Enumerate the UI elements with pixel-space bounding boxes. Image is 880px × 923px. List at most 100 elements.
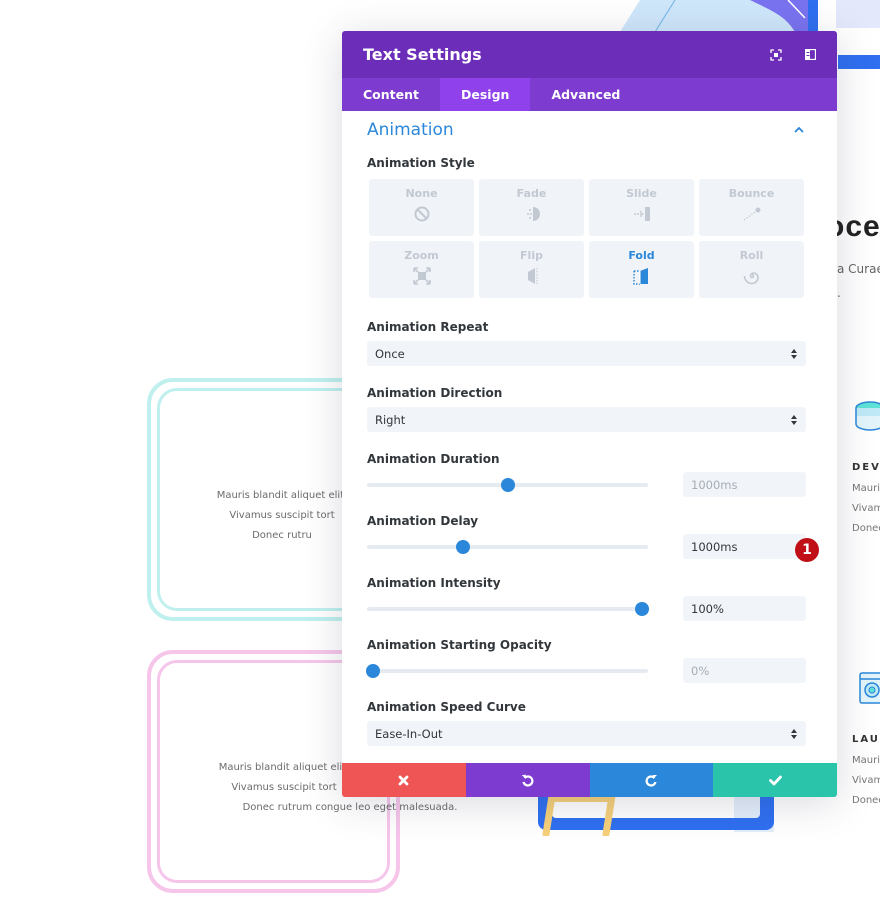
style-option-roll[interactable]: Roll	[699, 241, 804, 298]
option-label: Fold	[628, 249, 655, 262]
modal-title: Text Settings	[363, 45, 482, 64]
illustration-bar	[808, 0, 818, 32]
style-option-fade[interactable]: Fade	[479, 179, 584, 236]
fold-icon	[632, 266, 652, 286]
style-option-none[interactable]: None	[369, 179, 474, 236]
bounce-icon	[742, 204, 762, 224]
annotation-badge: 1	[795, 538, 819, 562]
chevron-up-icon[interactable]	[792, 123, 806, 137]
feature-text: Vivam	[852, 503, 880, 514]
option-label: Fade	[516, 187, 547, 200]
animation-starting-opacity-slider[interactable]	[365, 663, 648, 678]
animation-duration-input[interactable]: 1000ms	[683, 472, 806, 497]
animation-style-label: Animation Style	[367, 156, 475, 170]
card-text-line: Donec rutrum congue leo eget malesuada.	[242, 802, 458, 813]
feature-develop: DEVE Mauri Vivam Donec	[852, 462, 880, 539]
tab-design[interactable]: Design	[440, 78, 531, 111]
animation-section-header[interactable]: Animation	[367, 111, 806, 149]
select-value: Right	[375, 412, 406, 427]
option-label: Flip	[520, 249, 543, 262]
animation-delay-input[interactable]: 1000ms	[683, 534, 806, 559]
roll-icon	[742, 266, 762, 286]
slider-thumb[interactable]	[635, 601, 650, 616]
cancel-button[interactable]	[342, 763, 466, 797]
animation-repeat-label: Animation Repeat	[367, 320, 489, 334]
feature-text: Mauri	[852, 483, 880, 494]
option-label: None	[405, 187, 438, 200]
modal-body: Animation Animation Style None Fade Slid…	[342, 111, 837, 763]
style-option-fold[interactable]: Fold	[589, 241, 694, 298]
modal-footer	[342, 763, 837, 797]
animation-style-grid: None Fade Slide Bounce Zoom Flip Fold Ro…	[369, 179, 806, 298]
animation-duration-label: Animation Duration	[367, 452, 500, 466]
animation-speed-curve-label: Animation Speed Curve	[367, 700, 526, 714]
modal-header: Text Settings	[342, 31, 837, 78]
slider-thumb[interactable]	[455, 539, 470, 554]
feature-title: DEVE	[852, 462, 880, 473]
slide-icon	[632, 204, 652, 224]
section-subtext-fragment: a Curae	[837, 262, 880, 276]
select-arrows-icon	[790, 414, 798, 426]
focus-icon[interactable]	[769, 48, 783, 62]
illustration-panel	[836, 0, 880, 28]
animation-starting-opacity-row: 0%	[365, 658, 806, 683]
animation-delay-row: 1000ms	[367, 534, 806, 559]
tab-advanced[interactable]: Advanced	[530, 78, 641, 111]
section-title: Animation	[367, 120, 454, 140]
style-option-bounce[interactable]: Bounce	[699, 179, 804, 236]
option-label: Roll	[739, 249, 764, 262]
animation-delay-label: Animation Delay	[367, 514, 479, 528]
animation-intensity-label: Animation Intensity	[367, 576, 501, 590]
style-option-slide[interactable]: Slide	[589, 179, 694, 236]
illustration-top	[620, 0, 810, 32]
fade-icon	[522, 204, 542, 224]
style-option-flip[interactable]: Flip	[479, 241, 584, 298]
none-icon	[412, 204, 432, 224]
select-value: Once	[375, 346, 405, 361]
animation-duration-slider[interactable]	[367, 477, 648, 492]
check-icon	[768, 775, 782, 785]
animation-delay-slider[interactable]	[367, 539, 648, 554]
slider-thumb[interactable]	[500, 477, 515, 492]
launch-icon	[859, 672, 880, 704]
feature-text: Donec	[852, 523, 880, 534]
option-label: Bounce	[728, 187, 775, 200]
flip-icon	[522, 266, 542, 286]
database-icon	[855, 401, 880, 431]
option-label: Slide	[626, 187, 657, 200]
illustration-blue-bar	[838, 55, 880, 69]
animation-repeat-select[interactable]: Once	[367, 341, 806, 366]
undo-icon	[521, 774, 534, 786]
slider-thumb[interactable]	[365, 663, 380, 678]
select-arrows-icon	[790, 728, 798, 740]
animation-intensity-row: 100%	[367, 596, 806, 621]
animation-starting-opacity-input[interactable]: 0%	[683, 658, 806, 683]
redo-button[interactable]	[589, 763, 714, 797]
modal-tabs: Content Design Advanced	[342, 78, 837, 111]
select-arrows-icon	[790, 348, 798, 360]
style-option-zoom[interactable]: Zoom	[369, 241, 474, 298]
animation-intensity-input[interactable]: 100%	[683, 596, 806, 621]
select-value: Ease-In-Out	[375, 726, 443, 741]
animation-direction-select[interactable]: Right	[367, 407, 806, 432]
undo-button[interactable]	[465, 763, 590, 797]
animation-direction-label: Animation Direction	[367, 386, 503, 400]
laptop-illustration	[538, 796, 774, 836]
feature-launch: LAUN Mauri Vivam Donec	[852, 734, 880, 811]
tab-content[interactable]: Content	[342, 78, 440, 111]
feature-text: Vivam	[852, 775, 880, 786]
text-settings-modal: Text Settings Content Design Advanced An…	[342, 31, 837, 797]
feature-title: LAUN	[852, 734, 880, 745]
redo-icon	[645, 774, 657, 786]
save-button[interactable]	[713, 763, 837, 797]
animation-speed-curve-select[interactable]: Ease-In-Out	[367, 721, 806, 746]
animation-duration-row: 1000ms	[367, 472, 806, 497]
split-view-icon[interactable]	[803, 48, 817, 62]
animation-intensity-slider[interactable]	[367, 601, 650, 616]
section-subtext-dot: .	[837, 286, 841, 300]
feature-text: Donec	[852, 795, 880, 806]
zoom-icon	[412, 266, 432, 286]
option-label: Zoom	[404, 249, 439, 262]
close-icon	[398, 775, 409, 785]
feature-text: Mauri	[852, 755, 880, 766]
